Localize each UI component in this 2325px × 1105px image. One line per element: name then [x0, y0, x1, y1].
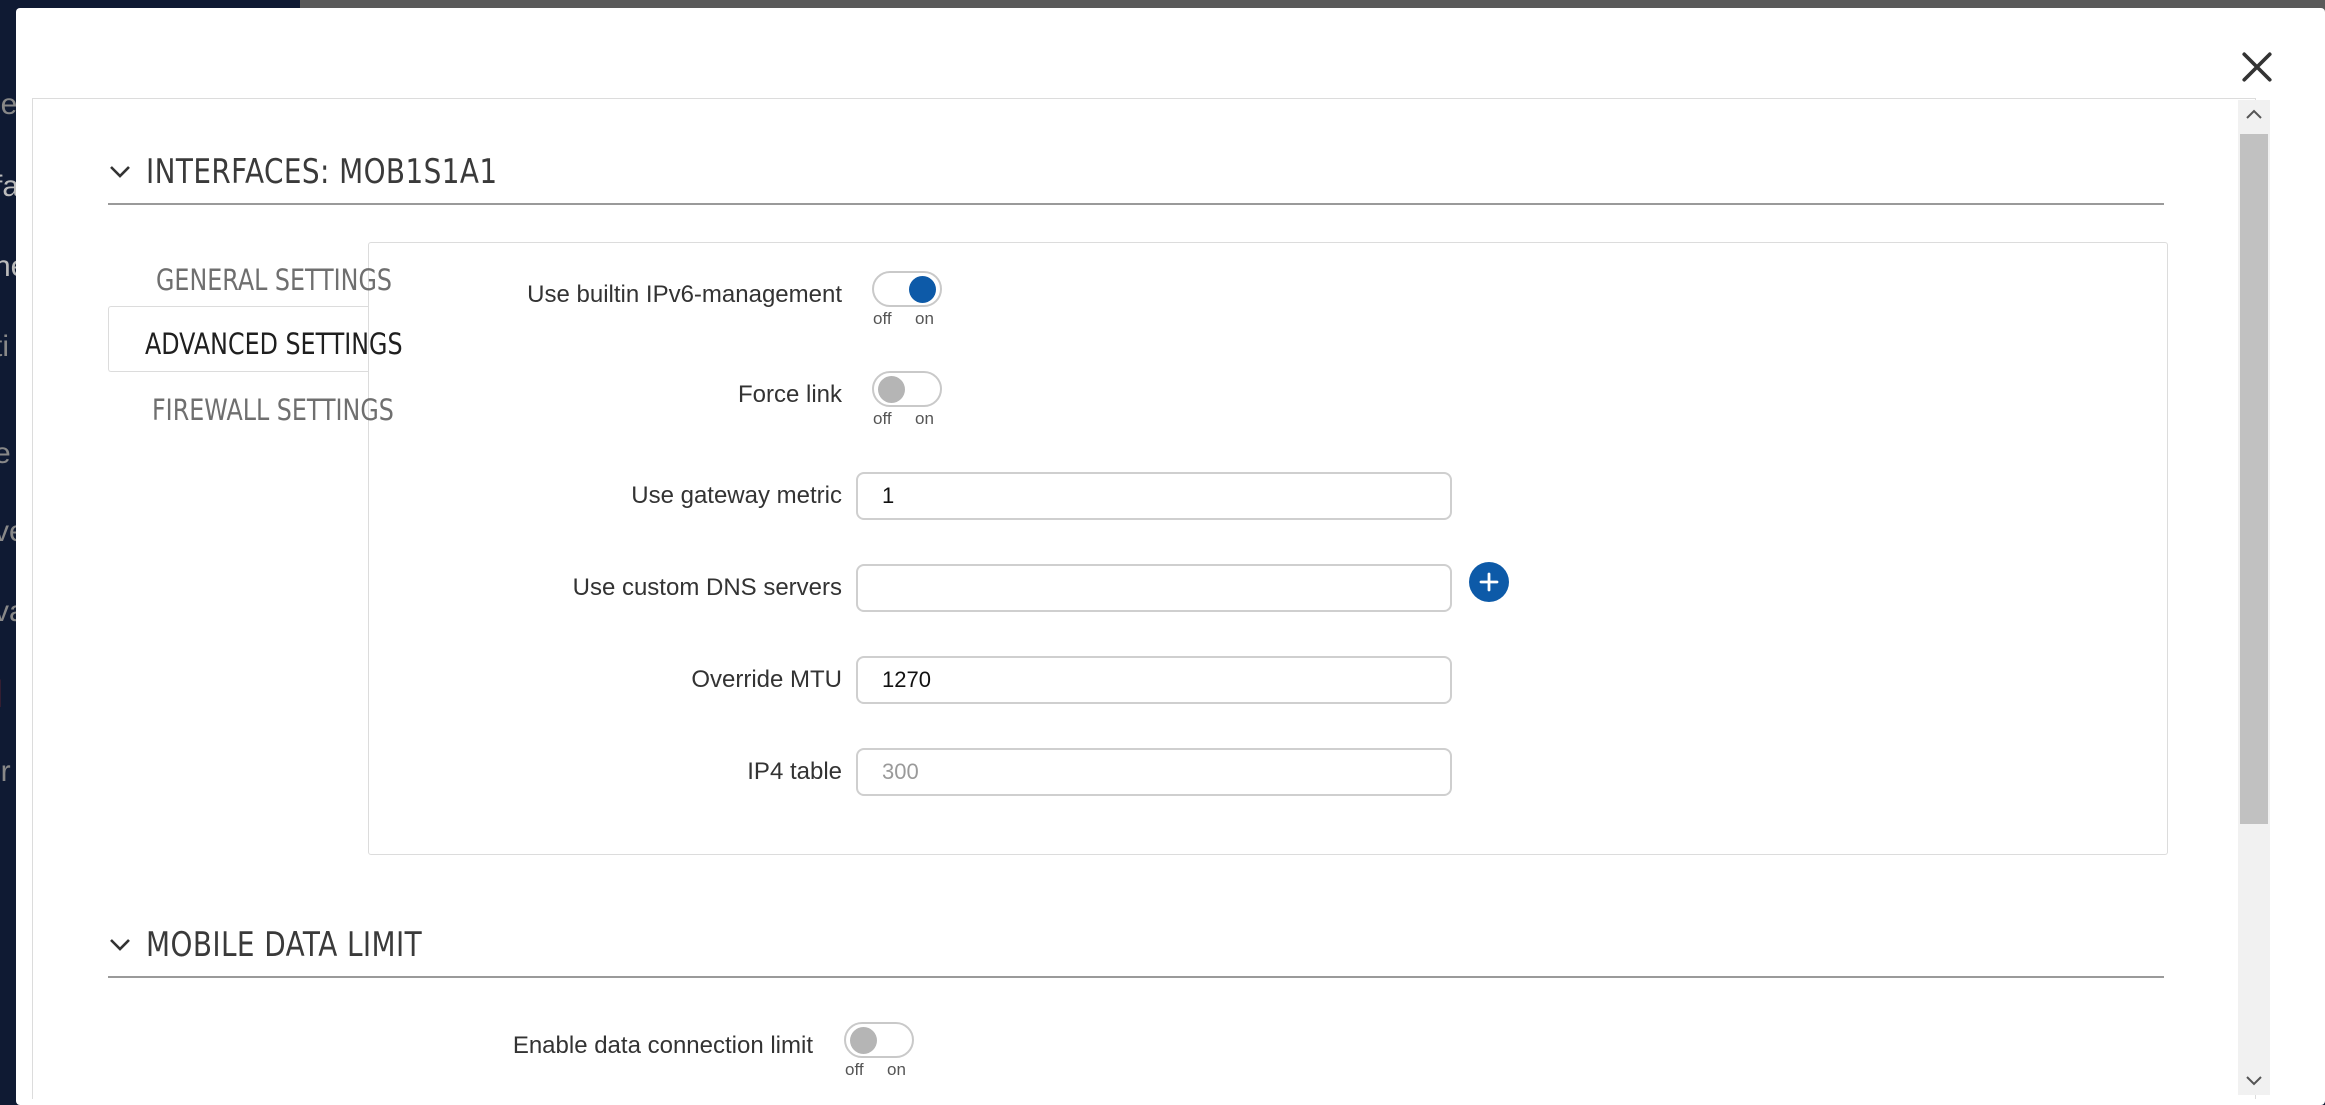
sidebar-peek: ti [0, 330, 9, 363]
backdrop-sidebar [0, 0, 16, 1105]
scrollbar[interactable] [2238, 100, 2270, 1095]
chevron-down-icon [2246, 1076, 2262, 1086]
toggle-captions: off on [845, 1060, 906, 1079]
chevron-down-icon [110, 166, 130, 178]
section-divider [108, 203, 2164, 205]
scroll-up-button[interactable] [2238, 100, 2270, 128]
add-dns-button[interactable] [1469, 562, 1509, 602]
toggle-captions: off on [873, 309, 934, 328]
override-mtu-label: Override MTU [691, 666, 842, 693]
scroll-down-button[interactable] [2238, 1067, 2270, 1095]
ipv6-management-label: Use builtin IPv6-management [527, 281, 842, 308]
chevron-up-icon [2246, 109, 2262, 119]
toggle-captions: off on [873, 409, 934, 428]
custom-dns-input[interactable] [856, 564, 1452, 612]
tab-firewall-settings[interactable]: FIREWALL SETTINGS [152, 393, 394, 427]
sidebar-peek: le [0, 88, 16, 121]
data-limit-label: Enable data connection limit [512, 1032, 813, 1059]
chevron-down-icon [110, 939, 130, 951]
data-limit-toggle[interactable] [844, 1022, 914, 1058]
override-mtu-input[interactable] [856, 656, 1452, 704]
sidebar-peek: ne [0, 250, 16, 283]
force-link-toggle[interactable] [872, 371, 942, 407]
section-toggle-interfaces[interactable]: INTERFACES: MOB1S1A1 [108, 152, 575, 192]
gateway-metric-input[interactable] [856, 472, 1452, 520]
tab-general-settings[interactable]: GENERAL SETTINGS [156, 263, 392, 297]
sidebar-peek: ve [0, 515, 16, 548]
tab-advanced-settings[interactable]: ADVANCED SETTINGS [145, 327, 403, 361]
toggle-knob [850, 1027, 877, 1054]
close-icon [2242, 52, 2272, 82]
sidebar-peek: e [0, 437, 11, 470]
sidebar-peek: fa [0, 170, 16, 203]
force-link-label: Force link [737, 381, 842, 408]
section-title: INTERFACES: MOB1S1A1 [146, 152, 498, 192]
gateway-metric-label: Use gateway metric [631, 482, 842, 509]
custom-dns-label: Use custom DNS servers [572, 574, 842, 601]
ipv6-management-toggle[interactable] [872, 271, 942, 307]
plus-icon [1479, 572, 1499, 592]
close-button[interactable] [2228, 38, 2286, 96]
sidebar-peek: ] [0, 675, 16, 709]
toggle-knob [878, 376, 905, 403]
sidebar-peek: va [0, 595, 16, 628]
toggle-knob [909, 276, 936, 303]
sidebar-peek: ir [0, 755, 11, 788]
section-title: MOBILE DATA LIMIT [146, 925, 423, 965]
scroll-thumb[interactable] [2240, 134, 2268, 824]
section-divider [108, 976, 2164, 978]
section-toggle-mobile-data-limit[interactable]: MOBILE DATA LIMIT [108, 925, 483, 965]
ip4-table-label: IP4 table [747, 758, 842, 785]
ip4-table-input[interactable] [856, 748, 1452, 796]
